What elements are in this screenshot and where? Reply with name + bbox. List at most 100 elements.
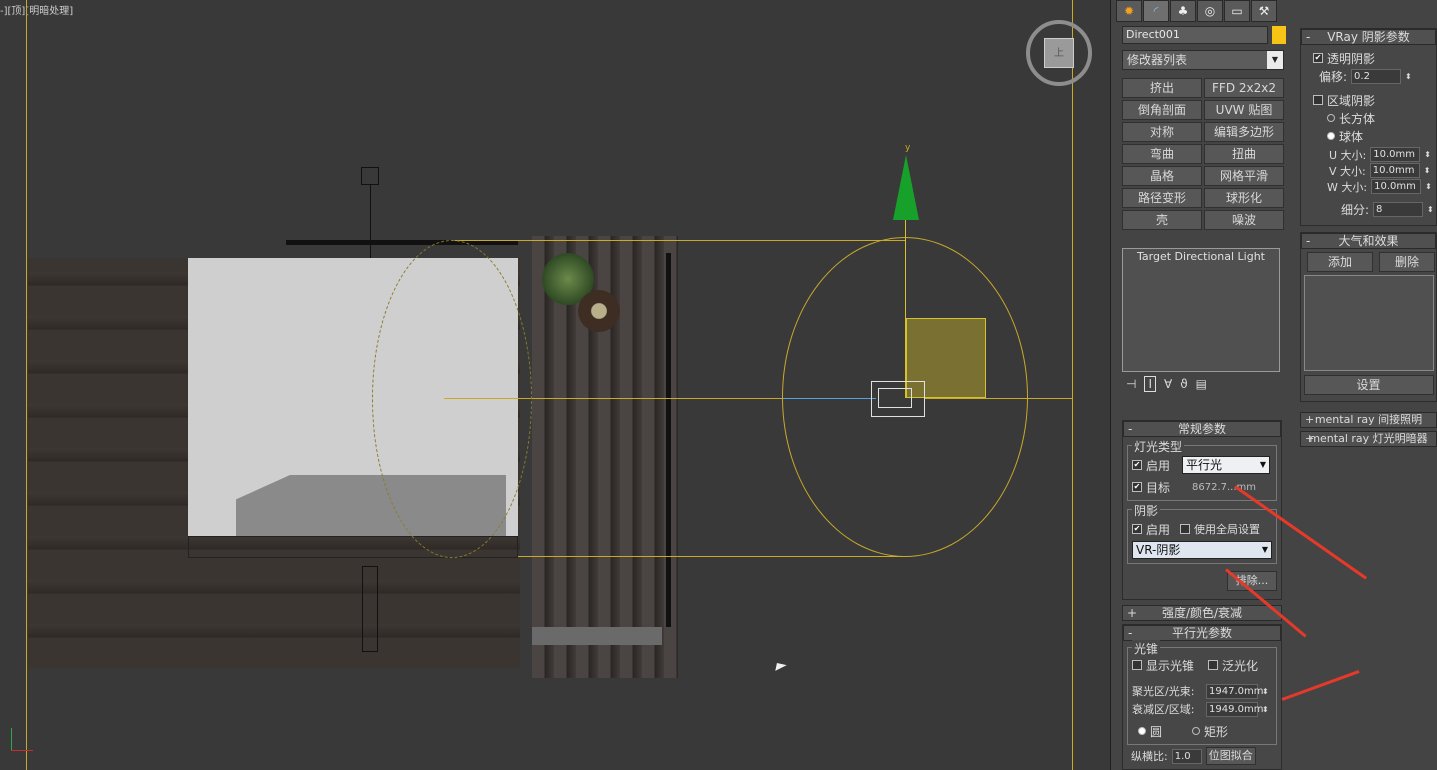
object-color-swatch[interactable]	[1272, 26, 1286, 44]
show-end-result-icon[interactable]: I	[1144, 376, 1156, 392]
v-size-input[interactable]: 10.0mm	[1369, 163, 1420, 178]
modify-tab-icon[interactable]: ◜	[1143, 0, 1169, 22]
create-tab-icon[interactable]: ✹	[1116, 0, 1142, 22]
transparent-shadow-checkbox[interactable]: ✔	[1313, 53, 1323, 63]
modifier-edit-poly-button[interactable]: 编辑多边形	[1204, 122, 1284, 142]
viewport-top[interactable]: -][顶][明暗处理] y 上	[0, 0, 1110, 770]
v-spinner-icon[interactable]: ⬍	[1424, 166, 1431, 175]
general-params-header[interactable]: - 常规参数	[1123, 421, 1281, 437]
command-panel-tabs: ✹ ◜ ♣ ◎ ▭ ⚒	[1116, 0, 1277, 22]
falloff-input[interactable]: 1949.0mm	[1206, 701, 1263, 717]
hierarchy-tab-icon[interactable]: ♣	[1170, 0, 1196, 22]
utilities-tab-icon[interactable]: ⚒	[1251, 0, 1277, 22]
overshoot-checkbox[interactable]	[1208, 660, 1219, 670]
shadow-enable-checkbox[interactable]: ✔	[1132, 524, 1142, 534]
light-type-select[interactable]: 平行光 ▼	[1182, 456, 1271, 474]
modifier-buttons: 挤出 FFD 2x2x2 倒角剖面 UVW 贴图 对称 编辑多边形 弯曲 扭曲 …	[1122, 78, 1288, 230]
move-gizmo-y-arrow[interactable]	[893, 155, 919, 220]
area-shadow-checkbox[interactable]	[1313, 95, 1323, 105]
u-spinner-icon[interactable]: ⬍	[1424, 150, 1431, 159]
global-settings-checkbox[interactable]	[1180, 524, 1191, 534]
mr-indirect-rollout-header[interactable]: + mental ray 间接照明	[1300, 412, 1437, 428]
modifier-list-dropdown[interactable]: 修改器列表 ▼	[1122, 50, 1284, 70]
v-size-label: V 大小:	[1329, 164, 1366, 178]
hotspot-input[interactable]: 1947.0mm	[1206, 683, 1263, 699]
hotspot-spinner-icon[interactable]: ⬍	[1262, 687, 1269, 696]
w-size-label: W 大小:	[1327, 180, 1368, 194]
directional-params-rollout: - 平行光参数 光锥 显示光锥 泛光化 聚光区/光束: 1947.0mm ⬍ 衰减…	[1122, 624, 1282, 770]
sphere-row: 球体	[1327, 127, 1436, 145]
subdiv-row: 细分: 8 ⬍	[1341, 200, 1436, 218]
shadow-enable-row: ✔ 启用 使用全局设置	[1132, 520, 1272, 538]
subdiv-spinner-icon[interactable]: ⬍	[1427, 205, 1434, 214]
modifier-extrude-button[interactable]: 挤出	[1122, 78, 1202, 98]
box-radio[interactable]	[1327, 114, 1335, 122]
light-enable-checkbox[interactable]: ✔	[1132, 460, 1142, 470]
light-enable-label: 启用	[1146, 458, 1171, 473]
modifier-path-deform-button[interactable]: 路径变形	[1122, 188, 1202, 208]
w-size-input[interactable]: 10.0mm	[1371, 179, 1422, 194]
aspect-row: 纵横比: 1.0 位图拟合	[1131, 747, 1256, 765]
modifier-ffd-button[interactable]: FFD 2x2x2	[1204, 78, 1284, 98]
subdiv-input[interactable]: 8	[1373, 201, 1424, 217]
move-gizmo-inner	[878, 388, 912, 408]
modifier-spherify-button[interactable]: 球形化	[1204, 188, 1284, 208]
light-bottom-line	[518, 556, 908, 557]
configure-sets-icon[interactable]: ▤	[1196, 377, 1207, 391]
directional-params-header[interactable]: - 平行光参数	[1123, 625, 1281, 641]
rectangle-radio[interactable]	[1192, 727, 1201, 735]
circle-radio[interactable]	[1138, 727, 1146, 735]
modifier-symmetry-button[interactable]: 对称	[1122, 122, 1202, 142]
object-name-field[interactable]: Direct001	[1122, 26, 1268, 44]
pin-stack-icon[interactable]: ⊣	[1126, 377, 1136, 391]
show-cone-checkbox[interactable]	[1132, 660, 1142, 670]
u-size-row: U 大小: 10.0mm ⬍	[1329, 147, 1436, 162]
atmos-buttons-row: 添加 删除	[1307, 252, 1436, 272]
falloff-spinner-icon[interactable]: ⬍	[1262, 705, 1269, 714]
chevron-down-icon[interactable]: ▼	[1267, 51, 1283, 69]
u-size-input[interactable]: 10.0mm	[1370, 147, 1421, 162]
atmos-setup-button[interactable]: 设置	[1303, 375, 1434, 395]
shadow-type-select[interactable]: VR-阴影 ▼	[1132, 541, 1272, 559]
hotspot-label: 聚光区/光束:	[1132, 685, 1195, 698]
make-unique-icon[interactable]: ∀	[1164, 377, 1172, 391]
atmos-rollout: - 大气和效果 添加 删除 设置	[1300, 232, 1437, 402]
transparent-shadow-row: ✔ 透明阴影	[1313, 49, 1436, 67]
shadow-group-title: 阴影	[1132, 502, 1161, 519]
viewcube[interactable]: 上	[1044, 38, 1074, 68]
bias-input[interactable]: 0.2	[1351, 68, 1402, 84]
remove-modifier-icon[interactable]: ϑ	[1180, 377, 1187, 391]
modifier-twist-button[interactable]: 扭曲	[1204, 144, 1284, 164]
viewport-label[interactable]: -][顶][明暗处理]	[0, 2, 73, 17]
bias-spinner-icon[interactable]: ⬍	[1405, 72, 1412, 81]
target-distance: 8672.7...mm	[1192, 481, 1257, 493]
modifier-lattice-button[interactable]: 晶格	[1122, 166, 1202, 186]
modifier-meshsmooth-button[interactable]: 网格平滑	[1204, 166, 1284, 186]
aspect-input[interactable]: 1.0	[1171, 748, 1202, 764]
modifier-bevel-profile-button[interactable]: 倒角剖面	[1122, 100, 1202, 120]
display-tab-icon[interactable]: ▭	[1224, 0, 1250, 22]
modifier-uvw-button[interactable]: UVW 贴图	[1204, 100, 1284, 120]
target-row: ✔ 目标 8672.7...mm	[1132, 478, 1272, 496]
w-spinner-icon[interactable]: ⬍	[1425, 182, 1432, 191]
atmos-list[interactable]	[1303, 275, 1434, 371]
vray-shadow-header[interactable]: - VRay 阴影参数	[1301, 29, 1436, 45]
modifier-stack[interactable]: Target Directional Light	[1122, 248, 1280, 372]
modifier-shell-button[interactable]: 壳	[1122, 210, 1202, 230]
sphere-radio[interactable]	[1327, 132, 1335, 140]
modifier-noise-button[interactable]: 噪波	[1204, 210, 1284, 230]
motion-tab-icon[interactable]: ◎	[1197, 0, 1223, 22]
target-checkbox[interactable]: ✔	[1132, 482, 1142, 492]
stack-item[interactable]: Target Directional Light	[1123, 249, 1279, 263]
falloff-row: 衰减区/区域: 1949.0mm ⬍	[1132, 700, 1272, 718]
light-top-line	[455, 240, 905, 241]
mr-shader-rollout-header[interactable]: + mental ray 灯光明暗器	[1300, 431, 1437, 447]
atmos-header[interactable]: - 大气和效果	[1301, 233, 1436, 249]
bitmap-fit-button[interactable]: 位图拟合	[1205, 747, 1256, 765]
modifier-bend-button[interactable]: 弯曲	[1122, 144, 1202, 164]
viewport-border-right	[1072, 0, 1073, 770]
aspect-label: 纵横比:	[1131, 750, 1168, 763]
atmos-delete-button[interactable]: 删除	[1379, 252, 1435, 272]
atmos-add-button[interactable]: 添加	[1307, 252, 1373, 272]
intensity-rollout-header[interactable]: + 强度/颜色/衰减	[1122, 605, 1282, 621]
